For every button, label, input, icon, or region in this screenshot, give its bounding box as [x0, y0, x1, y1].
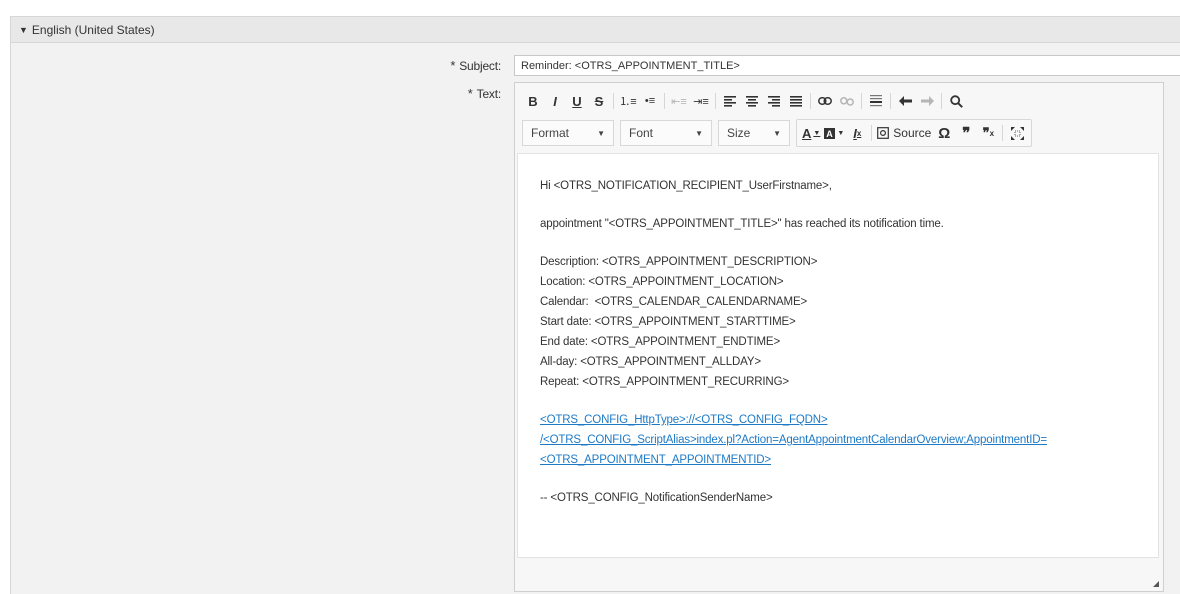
size-dropdown-label: Size	[727, 126, 751, 140]
detail-line: Description: <OTRS_APPOINTMENT_DESCRIPTI…	[540, 256, 818, 268]
font-dropdown[interactable]: Font ▼	[620, 120, 712, 146]
link-icon[interactable]	[814, 91, 836, 111]
remove-format-icon[interactable]: Ix	[846, 123, 868, 143]
editor-content-area[interactable]: Hi <OTRS_NOTIFICATION_RECIPIENT_UserFirs…	[517, 153, 1159, 558]
toolbar-separator	[1002, 125, 1004, 141]
background-color-icon[interactable]: A ▼	[822, 123, 846, 143]
appointment-link-line[interactable]: /<OTRS_CONFIG_ScriptAlias>index.pl?Actio…	[540, 434, 1047, 446]
detail-line: Location: <OTRS_APPOINTMENT_LOCATION>	[540, 276, 784, 288]
text-label: * Text:	[467, 86, 501, 101]
editor-toolbar-row-2: Format ▼ Font ▼ Size ▼ A ▼ A ▼ Ix Source…	[522, 119, 1033, 147]
maximize-icon[interactable]	[1006, 123, 1028, 143]
panel-title: English (United States)	[31, 22, 155, 37]
bulleted-list-icon[interactable]: •≡	[639, 91, 661, 111]
greeting-line: Hi <OTRS_NOTIFICATION_RECIPIENT_UserFirs…	[540, 180, 832, 192]
numbered-list-icon[interactable]: ⒈≡	[617, 91, 639, 111]
align-right-icon[interactable]	[763, 91, 785, 111]
toolbar-separator	[613, 93, 614, 109]
appointment-link-line[interactable]: <OTRS_CONFIG_HttpType>://<OTRS_CONFIG_FQ…	[540, 414, 828, 426]
detail-line: End date: <OTRS_APPOINTMENT_ENDTIME>	[540, 336, 781, 348]
chevron-down-icon: ▼	[773, 128, 781, 138]
toolbar-separator	[810, 93, 811, 109]
editor-toolbar-row-1: B I U S ⒈≡ •≡ ⇤≡ ⇥≡	[522, 89, 967, 113]
chevron-down-icon: ▼	[695, 128, 703, 138]
format-dropdown[interactable]: Format ▼	[522, 120, 614, 146]
detail-line: Start date: <OTRS_APPOINTMENT_STARTTIME>	[540, 316, 796, 328]
text-color-icon[interactable]: A ▼	[800, 123, 822, 143]
chevron-down-icon: ▼	[597, 128, 605, 138]
bold-icon[interactable]: B	[522, 91, 544, 111]
toolbar-separator	[890, 93, 891, 109]
remove-quote-icon[interactable]: ❞ x	[977, 123, 999, 143]
special-character-icon[interactable]: Ω	[933, 123, 955, 143]
blockquote-icon[interactable]: ❞	[955, 123, 977, 143]
source-button-label: Source	[893, 126, 932, 140]
required-asterisk: *	[450, 58, 456, 73]
size-dropdown[interactable]: Size ▼	[718, 120, 790, 146]
format-dropdown-label: Format	[531, 126, 570, 140]
undo-icon[interactable]	[894, 91, 916, 111]
detail-line: All-day: <OTRS_APPOINTMENT_ALLDAY>	[540, 356, 761, 368]
toolbar-group-extra: A ▼ A ▼ Ix Source Ω ❞ ❞ x	[796, 119, 1033, 147]
subject-input[interactable]	[514, 55, 1180, 76]
font-dropdown-label: Font	[629, 126, 654, 140]
language-panel: ▼ English (United States) *Subject: *Tex…	[10, 16, 1180, 594]
detail-line: Calendar: <OTRS_CALENDAR_CALENDARNAME>	[540, 296, 808, 308]
resize-handle-icon[interactable]	[1153, 581, 1159, 587]
source-button[interactable]: Source	[875, 123, 933, 143]
detail-line: Repeat: <OTRS_APPOINTMENT_RECURRING>	[540, 376, 789, 388]
appointment-link-line[interactable]: <OTRS_APPOINTMENT_APPOINTMENTID>	[540, 454, 771, 466]
underline-icon[interactable]: U	[566, 91, 588, 111]
toolbar-group-formatting: B I U S ⒈≡ •≡ ⇤≡ ⇥≡	[522, 89, 967, 113]
toolbar-separator	[871, 125, 873, 141]
justify-icon[interactable]	[785, 91, 807, 111]
signature-line: -- <OTRS_CONFIG_NotificationSenderName>	[540, 492, 773, 504]
toolbar-separator	[861, 93, 862, 109]
toolbar-separator	[715, 93, 716, 109]
required-asterisk: *	[467, 86, 473, 101]
svg-text:A: A	[827, 129, 834, 139]
horizontal-line-icon[interactable]	[865, 91, 887, 111]
align-left-icon[interactable]	[719, 91, 741, 111]
caret-down-icon: ▼	[19, 24, 28, 35]
increase-indent-icon[interactable]: ⇥≡	[690, 91, 712, 111]
message-line: appointment "<OTRS_APPOINTMENT_TITLE>" h…	[540, 218, 944, 230]
strikethrough-icon[interactable]: S	[588, 91, 610, 111]
toolbar-separator	[941, 93, 942, 109]
top-strip	[0, 0, 1180, 8]
align-center-icon[interactable]	[741, 91, 763, 111]
italic-icon[interactable]: I	[544, 91, 566, 111]
redo-icon[interactable]	[916, 91, 938, 111]
toolbar-separator	[664, 93, 665, 109]
rich-text-editor: B I U S ⒈≡ •≡ ⇤≡ ⇥≡ Format ▼ Font ▼ Size…	[514, 82, 1164, 592]
panel-header-toggle[interactable]: ▼ English (United States)	[11, 17, 1180, 43]
subject-label: * Subject:	[450, 58, 501, 73]
unlink-icon[interactable]	[836, 91, 858, 111]
decrease-indent-icon[interactable]: ⇤≡	[668, 91, 690, 111]
find-icon[interactable]	[945, 91, 967, 111]
